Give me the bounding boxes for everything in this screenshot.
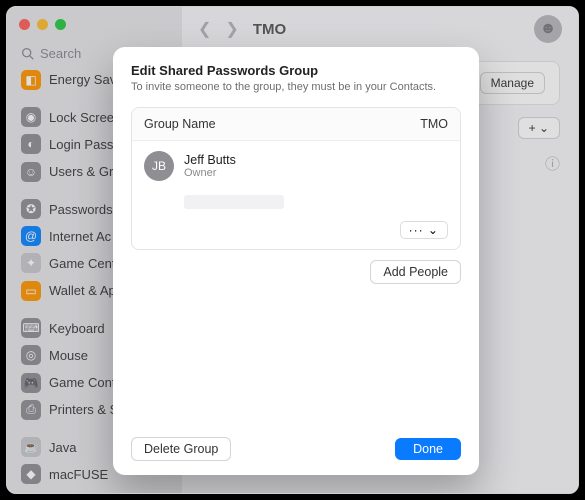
member-row: JB Jeff Butts Owner bbox=[132, 140, 460, 187]
add-people-button[interactable]: Add People bbox=[370, 260, 461, 284]
done-button[interactable]: Done bbox=[395, 438, 461, 460]
sheet-subtitle: To invite someone to the group, they mus… bbox=[131, 81, 461, 93]
delete-group-button[interactable]: Delete Group bbox=[131, 437, 231, 461]
group-name-label: Group Name bbox=[144, 117, 216, 131]
member-role: Owner bbox=[184, 167, 236, 179]
member-avatar: JB bbox=[144, 151, 174, 181]
sheet-title: Edit Shared Passwords Group bbox=[131, 63, 461, 78]
edit-group-sheet: Edit Shared Passwords Group To invite so… bbox=[113, 47, 479, 475]
group-name-row[interactable]: Group Name TMO bbox=[132, 108, 460, 140]
member-name: Jeff Butts bbox=[184, 153, 236, 167]
member-detail-placeholder bbox=[132, 187, 460, 221]
settings-window: Search ◧Energy Sav ◉Lock Screen ◐Login P… bbox=[6, 6, 579, 494]
group-box: Group Name TMO JB Jeff Butts Owner ··· ⌄ bbox=[131, 107, 461, 250]
group-name-value: TMO bbox=[420, 117, 448, 131]
member-more-button[interactable]: ··· ⌄ bbox=[400, 221, 448, 239]
